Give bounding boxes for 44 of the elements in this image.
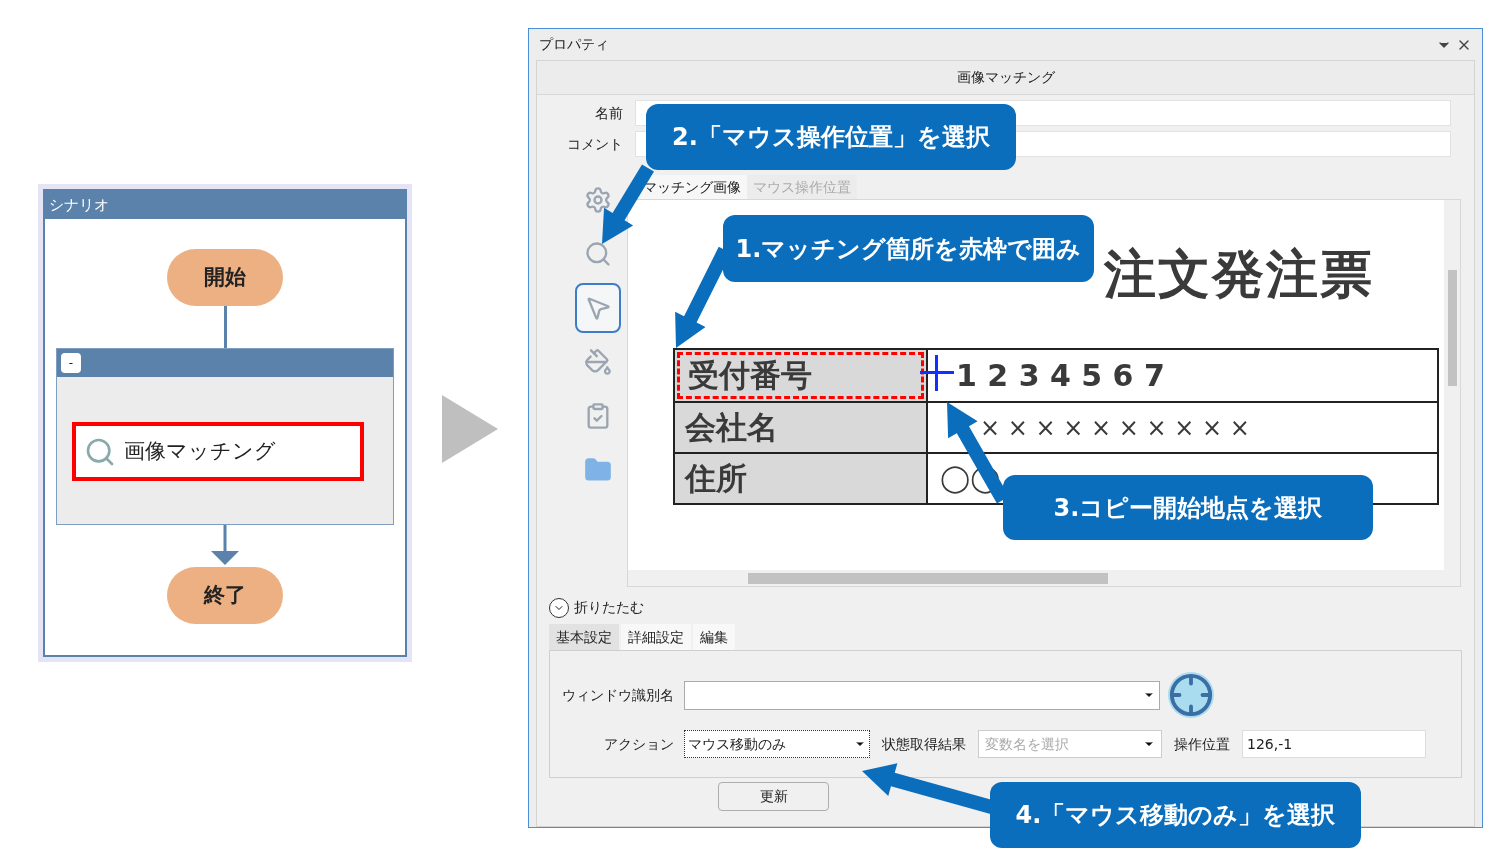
tool-button[interactable] (575, 283, 621, 333)
collapse-label: 折りたたむ (574, 598, 644, 617)
crosshair-icon (920, 355, 954, 391)
flow-arrow (210, 525, 240, 567)
row-label: 会社名 (684, 408, 779, 448)
field-label: ウィンドウ識別名 (561, 685, 674, 705)
window-title: プロパティ (539, 35, 609, 54)
callout-tooltip: 2.「マウス操作位置」を選択 (646, 104, 1016, 170)
action-select[interactable]: マウス移動のみ (684, 730, 870, 758)
row-label: 住所 (683, 459, 748, 499)
vertical-scrollbar[interactable] (1444, 200, 1460, 570)
horizontal-scrollbar[interactable] (628, 570, 1460, 586)
activity-node[interactable]: 画像マッチング (72, 422, 364, 481)
position-field[interactable]: 126,-1 (1242, 730, 1426, 758)
callout-tooltip: 4.「マウス移動のみ」を選択 (990, 782, 1361, 848)
field-label: 状態取得結果 (882, 734, 966, 754)
row-value: × × × × × × × × × × (980, 412, 1250, 444)
field-label: コメント (566, 134, 624, 154)
field-label: アクション (603, 734, 674, 754)
end-node: 終了 (167, 567, 283, 624)
gear-icon (584, 186, 612, 214)
activity-title: 画像マッチング (956, 68, 1055, 87)
panel-title: シナリオ (49, 194, 109, 216)
callout-tooltip: 1.マッチング箇所を赤枠で囲み (723, 215, 1094, 282)
field-label: 名前 (594, 103, 624, 123)
field-label: 操作位置 (1174, 734, 1230, 754)
folder-icon (584, 456, 612, 484)
settings-tab[interactable]: 詳細設定 (621, 624, 691, 650)
paint-bucket-icon (584, 348, 612, 376)
collapse-toggle[interactable] (549, 597, 569, 618)
activity-label: 画像マッチング (124, 437, 276, 465)
settings-tab[interactable]: 編集 (693, 624, 735, 650)
update-button[interactable]: 更新 (718, 782, 829, 811)
magnifier-icon (584, 240, 612, 268)
settings-tab[interactable]: 基本設定 (549, 624, 619, 650)
row-value: 1 2 3 4 5 6 7 (956, 357, 1165, 395)
collapse-button[interactable]: - (61, 353, 81, 373)
next-step-arrow (440, 395, 500, 463)
image-tab[interactable]: マッチング画像 (637, 175, 747, 199)
target-icon[interactable] (1168, 672, 1214, 718)
row-label: 受付番号 (677, 352, 924, 399)
callout-tooltip: 3.コピー開始地点を選択 (1003, 475, 1373, 540)
document-title: 注文発注票 (1104, 243, 1374, 306)
start-node: 開始 (167, 249, 283, 306)
